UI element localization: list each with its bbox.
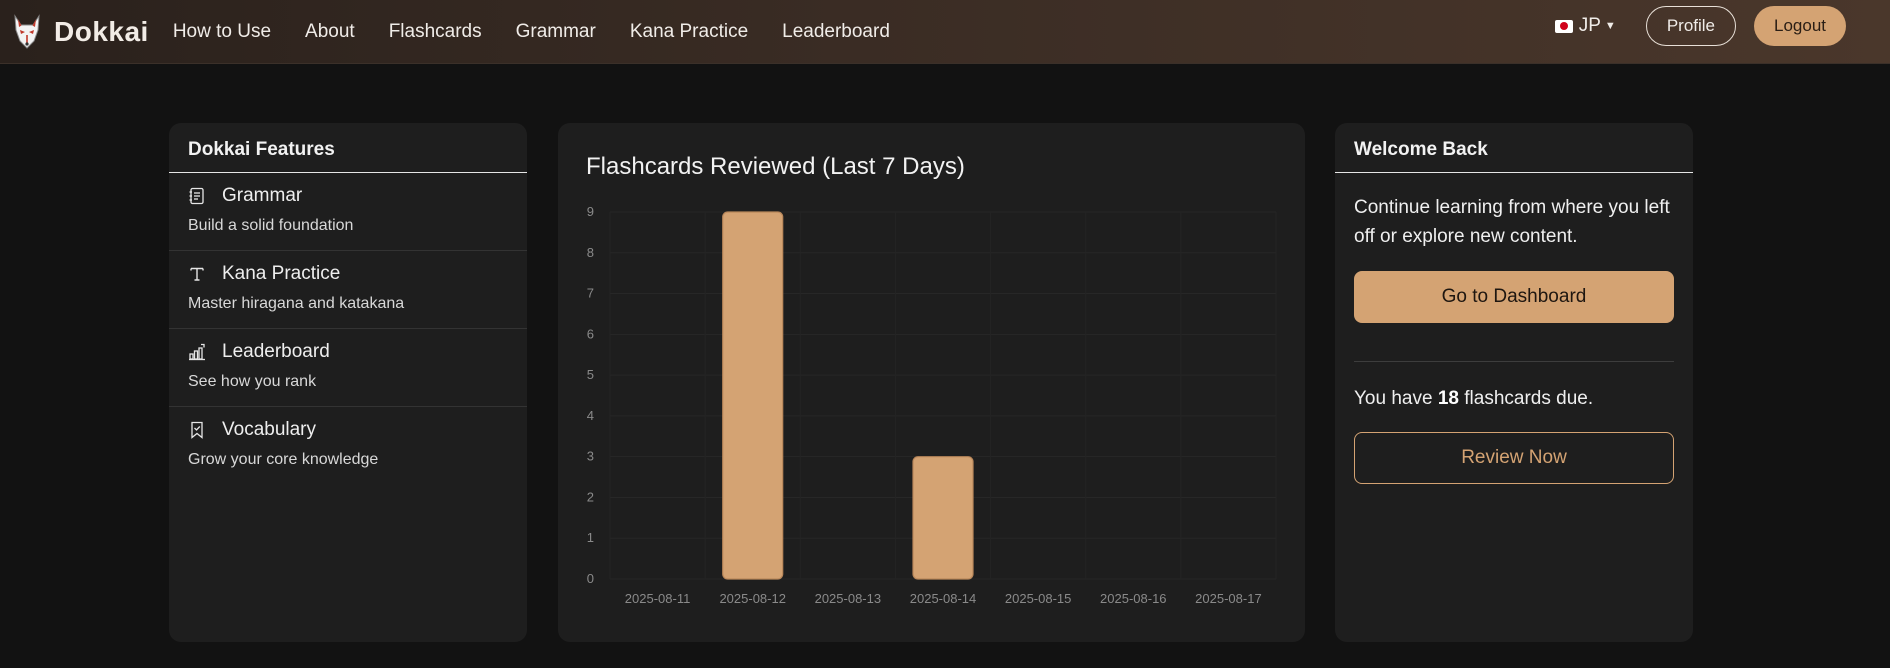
- y-tick-label: 0: [587, 571, 594, 586]
- y-tick-label: 2: [587, 489, 594, 504]
- feature-title-row: Grammar: [188, 185, 508, 207]
- feature-name: Kana Practice: [222, 263, 341, 284]
- feature-item-grammar[interactable]: Grammar Build a solid foundation: [169, 173, 527, 251]
- y-tick-label: 3: [587, 449, 594, 464]
- top-navbar: Dokkai How to Use About Flashcards Gramm…: [0, 0, 1890, 64]
- nav-links: How to Use About Flashcards Grammar Kana…: [173, 21, 924, 43]
- notebook-icon: [188, 187, 206, 205]
- feature-name: Grammar: [222, 185, 303, 206]
- logout-button[interactable]: Logout: [1754, 6, 1846, 46]
- nav-link-kana-practice[interactable]: Kana Practice: [630, 21, 748, 43]
- brand-name: Dokkai: [54, 15, 149, 47]
- feature-title-row: Vocabulary: [188, 419, 508, 441]
- features-title: Dokkai Features: [169, 123, 527, 173]
- x-tick-label: 2025-08-12: [719, 591, 786, 606]
- y-tick-label: 1: [587, 530, 594, 545]
- language-label: JP: [1578, 15, 1601, 36]
- y-tick-label: 4: [587, 408, 594, 423]
- feature-desc: Build a solid foundation: [188, 217, 354, 234]
- bar-chart-icon: [188, 343, 206, 361]
- japan-flag-icon: [1554, 19, 1573, 33]
- feature-item-vocabulary[interactable]: Vocabulary Grow your core knowledge: [169, 407, 527, 485]
- y-tick-label: 7: [587, 286, 594, 301]
- nav-link-grammar[interactable]: Grammar: [516, 21, 596, 43]
- feature-title-row: Leaderboard: [188, 341, 508, 363]
- go-to-dashboard-button[interactable]: Go to Dashboard: [1354, 271, 1674, 323]
- feature-desc: Master hiragana and katakana: [188, 295, 405, 312]
- feature-item-kana-practice[interactable]: Kana Practice Master hiragana and kataka…: [169, 251, 527, 329]
- due-prefix: You have: [1354, 388, 1438, 409]
- nav-right: JP ▼ Profile Logout: [1554, 0, 1846, 52]
- review-now-button[interactable]: Review Now: [1354, 432, 1674, 484]
- x-tick-label: 2025-08-14: [910, 591, 977, 606]
- x-tick-label: 2025-08-13: [815, 591, 882, 606]
- x-tick-label: 2025-08-17: [1195, 591, 1262, 606]
- welcome-body: Continue learning from where you left of…: [1335, 173, 1693, 484]
- chart-card: 0 1 2 3 4 5 6 7 8 9 2025-08-11 2025-08-12 2025-08-13…: [558, 123, 1305, 642]
- fox-mask-icon: [14, 13, 40, 49]
- welcome-text: Continue learning from where you left of…: [1354, 197, 1670, 247]
- chart-title: Flashcards Reviewed (Last 7 Days): [586, 153, 965, 180]
- nav-link-flashcards[interactable]: Flashcards: [389, 21, 482, 43]
- nav-link-leaderboard[interactable]: Leaderboard: [782, 21, 890, 43]
- nav-link-about[interactable]: About: [305, 21, 355, 43]
- bookmark-icon: [188, 421, 206, 439]
- profile-button[interactable]: Profile: [1645, 6, 1736, 46]
- feature-name: Leaderboard: [222, 341, 330, 362]
- brand[interactable]: Dokkai: [12, 13, 149, 50]
- x-tick-label: 2025-08-11: [625, 591, 691, 606]
- divider: [1354, 361, 1674, 362]
- x-tick-label: 2025-08-15: [1005, 591, 1071, 606]
- feature-name: Vocabulary: [222, 419, 317, 440]
- due-suffix: flashcards due.: [1458, 388, 1594, 409]
- due-count: 18: [1437, 388, 1459, 409]
- x-tick-label: 2025-08-16: [1100, 591, 1167, 606]
- feature-desc: Grow your core knowledge: [188, 451, 379, 468]
- features-card: Dokkai Features Grammar Build a solid fo…: [169, 123, 527, 642]
- flashcards-bar-chart: 0 1 2 3 4 5 6 7 8 9 2025-08-11 2025-08-12 2025-08-13…: [587, 204, 1277, 606]
- flashcards-due-text: You have 18 flashcards due.: [1354, 388, 1674, 410]
- y-tick-label: 6: [587, 326, 594, 341]
- welcome-title: Welcome Back: [1335, 123, 1693, 173]
- y-tick-label: 8: [587, 245, 594, 260]
- y-tick-label: 9: [587, 204, 594, 219]
- text-t-icon: [188, 265, 206, 283]
- nav-link-how-to-use[interactable]: How to Use: [173, 21, 271, 43]
- feature-desc: See how you rank: [188, 373, 317, 390]
- welcome-card: Welcome Back Continue learning from wher…: [1335, 123, 1693, 642]
- caret-down-icon: ▼: [1604, 20, 1616, 32]
- y-tick-label: 5: [587, 367, 594, 382]
- bar: [912, 456, 974, 580]
- language-dropdown[interactable]: JP ▼: [1554, 15, 1616, 37]
- feature-title-row: Kana Practice: [188, 263, 508, 285]
- bar: [722, 211, 784, 580]
- feature-item-leaderboard[interactable]: Leaderboard See how you rank: [169, 329, 527, 407]
